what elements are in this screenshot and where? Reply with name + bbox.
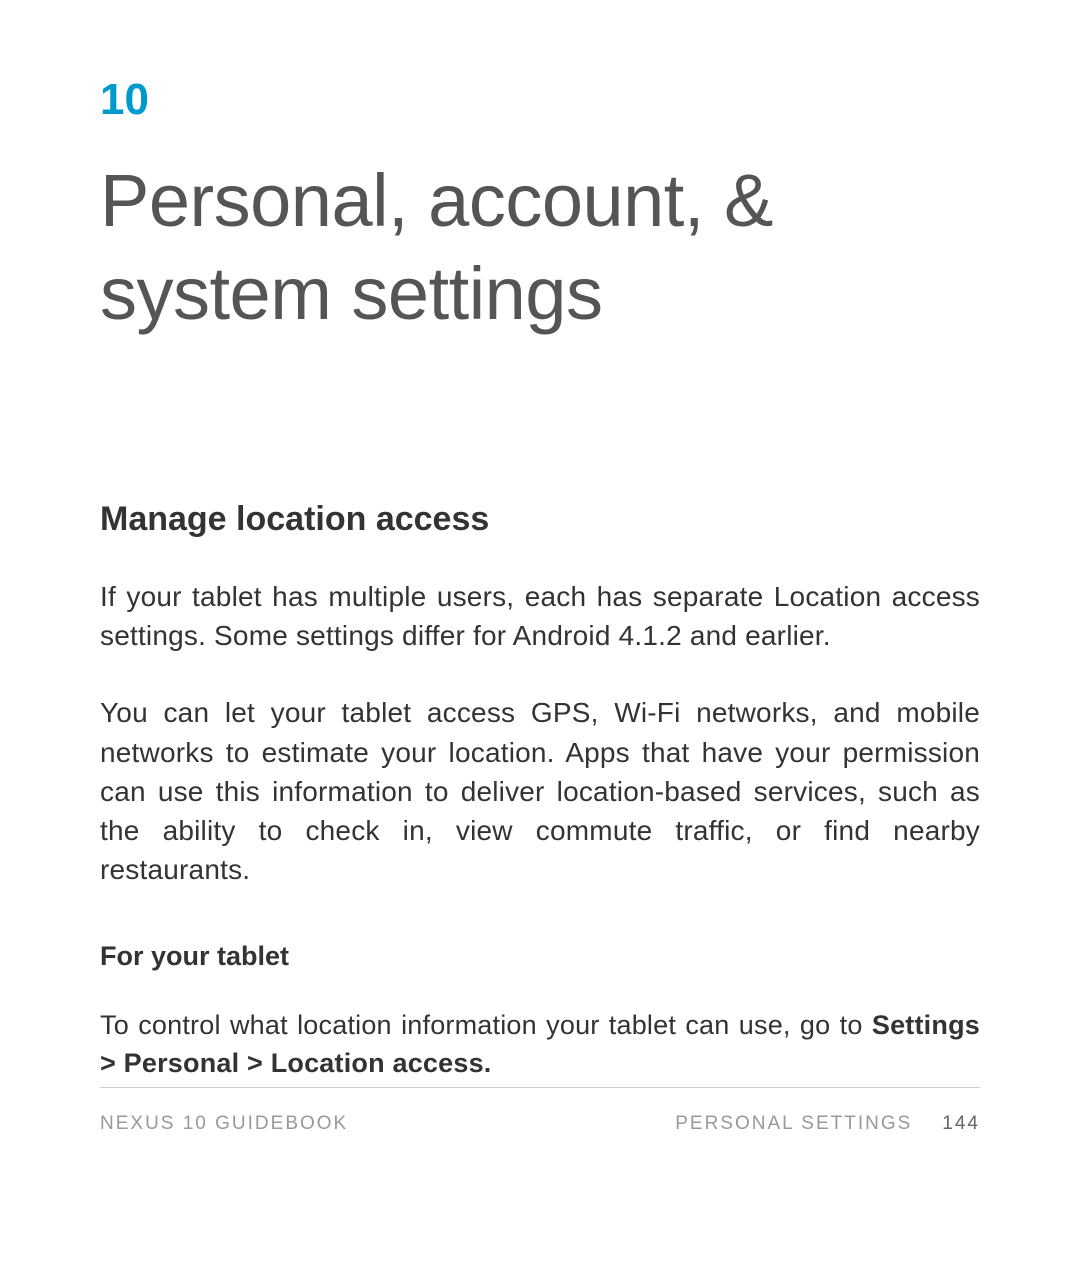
footer-page-number: 144 [942,1113,980,1135]
chapter-title: Personal, account, & system settings [100,155,980,340]
page-container: 10 Personal, account, & system settings … [0,0,1080,1270]
paragraph-3-text: To control what location information you… [100,1010,872,1040]
chapter-number: 10 [100,75,980,125]
section-heading-location: Manage location access [100,500,980,539]
footer-right-group: PERSONAL SETTINGS 144 [675,1113,980,1135]
footer-section-name: PERSONAL SETTINGS [675,1113,912,1135]
body-paragraph-1: If your tablet has multiple users, each … [100,577,980,655]
body-paragraph-3: To control what location information you… [100,1007,980,1083]
page-footer: NEXUS 10 GUIDEBOOK PERSONAL SETTINGS 144 [100,1087,980,1135]
subsection-heading-tablet: For your tablet [100,941,980,972]
body-paragraph-2: You can let your tablet access GPS, Wi-F… [100,693,980,889]
footer-book-title: NEXUS 10 GUIDEBOOK [100,1113,348,1135]
